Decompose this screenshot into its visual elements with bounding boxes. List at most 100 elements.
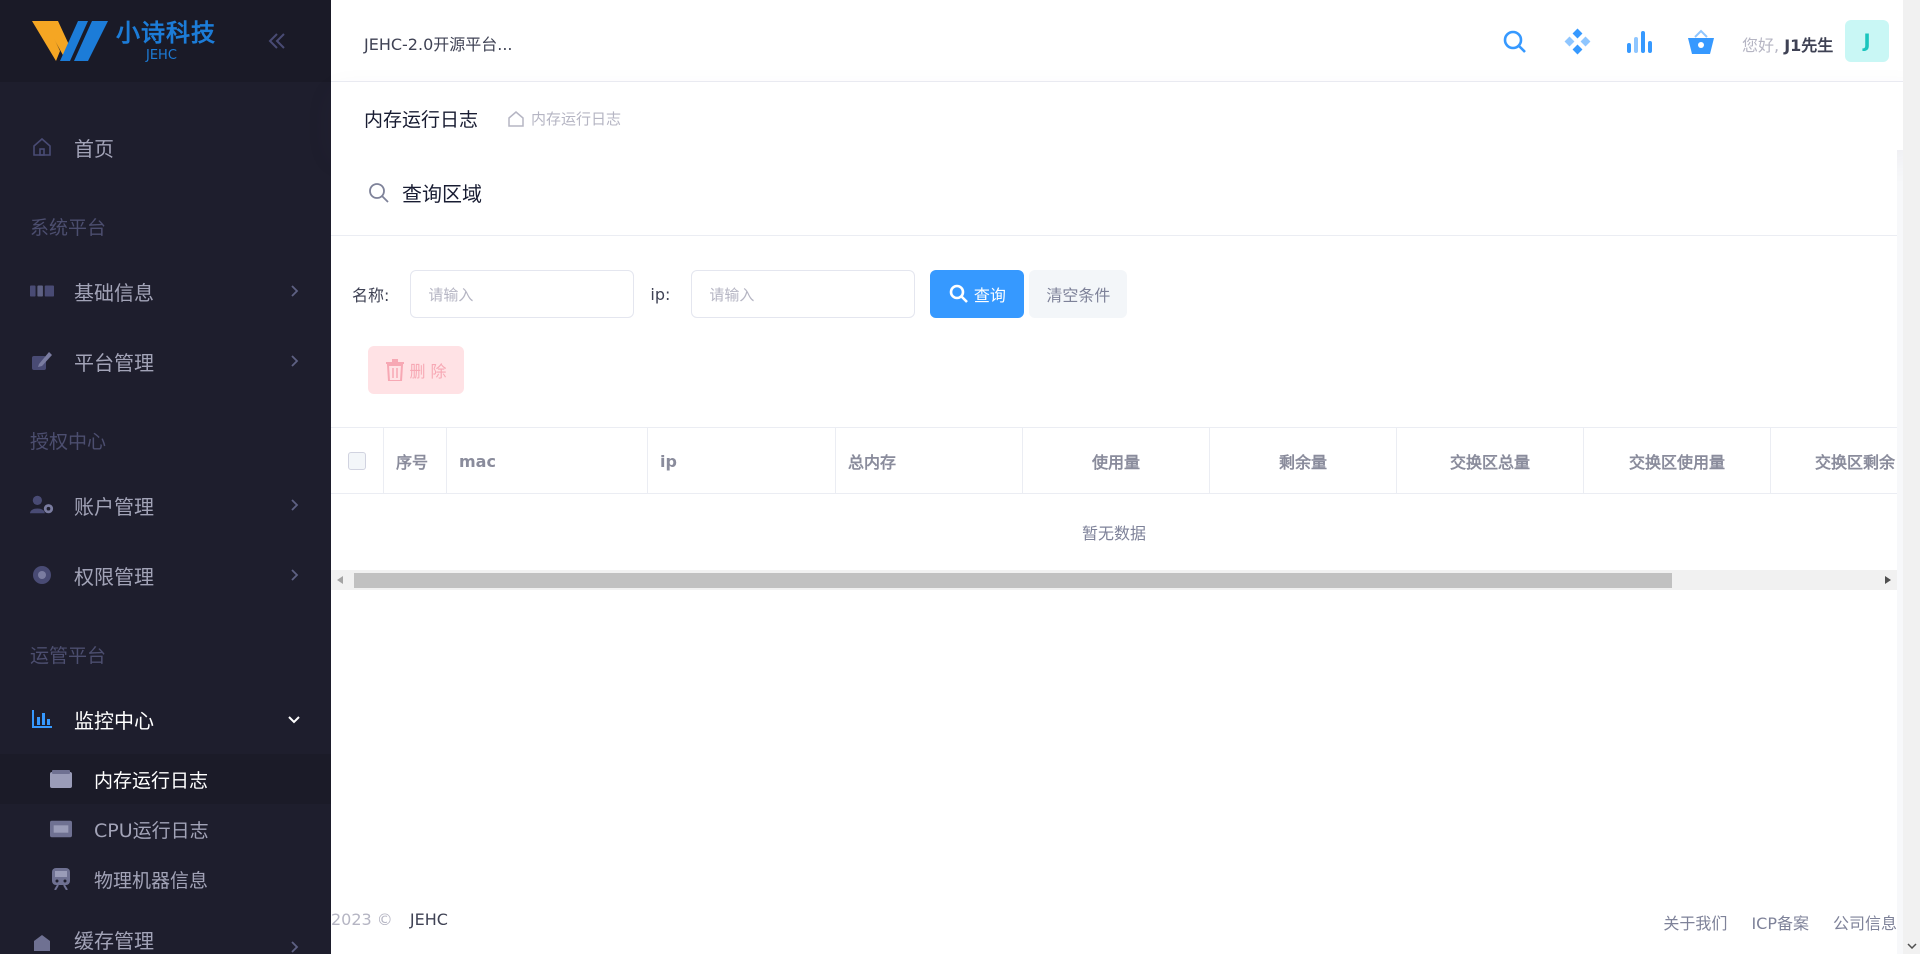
empty-state: 暂无数据 — [1081, 524, 1146, 543]
vertical-scrollbar[interactable] — [1903, 0, 1920, 954]
chevron-right-icon — [291, 285, 299, 297]
sidebar-subitem-memory-log[interactable]: 内存运行日志 — [0, 754, 331, 804]
footer-link-icp[interactable]: ICP备案 — [1751, 910, 1809, 934]
delete-button[interactable]: 删 除 — [368, 346, 464, 394]
sidebar-item-label: 基础信息 — [74, 280, 154, 305]
sidebar-item-cache[interactable]: 缓存管理 — [0, 904, 331, 954]
home-icon — [30, 135, 54, 159]
user-greeting[interactable]: 您好, J1先生 — [1742, 32, 1833, 56]
wallet-icon — [50, 768, 72, 790]
user-settings-icon — [30, 493, 54, 517]
sidebar-subitem-label: 内存运行日志 — [94, 769, 209, 792]
footer-brand[interactable]: JEHC — [410, 910, 448, 929]
subheader: 内存运行日志 内存运行日志 — [331, 82, 1920, 150]
sidebar-item-label: 首页 — [74, 136, 114, 161]
bar-chart-icon — [30, 707, 54, 731]
sidebar-nav: 首页 系统平台 基础信息 平台管理 授权中心 账户管理 权限管理 运管平台 监控… — [0, 82, 331, 954]
chevron-right-icon — [291, 355, 299, 367]
home-icon[interactable] — [507, 110, 525, 128]
scroll-down-button[interactable] — [1903, 937, 1920, 954]
column-header[interactable]: 交换区剩余 — [1771, 428, 1897, 494]
sidebar-item-monitor[interactable]: 监控中心 — [0, 684, 331, 754]
logo-icon[interactable] — [30, 17, 110, 65]
sidebar-item-basic-info[interactable]: 基础信息 — [0, 256, 331, 326]
train-icon — [50, 868, 72, 890]
column-header[interactable]: 交换区总量 — [1397, 428, 1584, 494]
chevron-down-icon — [288, 716, 300, 724]
cache-icon — [30, 930, 54, 954]
server-icon — [50, 818, 72, 840]
triangle-right-icon — [1885, 576, 1891, 584]
sidebar-item-account[interactable]: 账户管理 — [0, 470, 331, 540]
scroll-left-button[interactable] — [331, 570, 349, 590]
data-table: 序号 mac ip 总内存 使用量 剩余量 交换区总量 交换区使用量 交换区剩余… — [331, 427, 1897, 590]
search-button[interactable]: 查询 — [930, 270, 1025, 318]
page-title: 内存运行日志 — [364, 109, 479, 131]
sidebar-item-label: 缓存管理 — [74, 929, 154, 953]
stats-button[interactable] — [1621, 22, 1657, 62]
diamond-grid-icon — [1564, 28, 1591, 55]
search-button[interactable] — [1497, 22, 1533, 62]
query-area-header: 查询区域 — [331, 150, 1897, 236]
column-header[interactable]: 总内存 — [836, 428, 1023, 494]
column-header[interactable]: ip — [648, 428, 836, 494]
brand-name: 小诗科技 — [116, 18, 216, 47]
layout-icon — [30, 279, 54, 303]
column-header[interactable]: 序号 — [384, 428, 447, 494]
sidebar-item-label: 平台管理 — [74, 350, 154, 375]
section-ops: 运管平台 — [30, 644, 107, 667]
sidebar-item-permission[interactable]: 权限管理 — [0, 540, 331, 610]
ip-input[interactable]: 请输入 — [691, 270, 916, 318]
search-icon — [369, 182, 389, 203]
sidebar-subitem-label: 物理机器信息 — [94, 869, 209, 892]
apps-button[interactable] — [1559, 22, 1595, 62]
horizontal-scrollbar[interactable] — [331, 570, 1897, 590]
avatar[interactable]: J — [1845, 20, 1889, 62]
name-label: 名称: — [352, 286, 390, 305]
footer-link-company[interactable]: 公司信息 — [1833, 910, 1897, 934]
column-header[interactable]: 剩余量 — [1210, 428, 1397, 494]
copyright: 2023 © JEHC — [331, 910, 448, 929]
app-title: JEHC-2.0开源平台... — [364, 35, 513, 54]
copyright-year: 2023 © — [331, 910, 393, 929]
section-auth: 授权中心 — [30, 430, 107, 453]
double-chevron-left-icon — [268, 33, 285, 49]
chevron-right-icon — [291, 499, 299, 511]
cart-button[interactable] — [1683, 22, 1719, 62]
query-area-title: 查询区域 — [402, 182, 482, 206]
username: J1先生 — [1784, 36, 1834, 55]
sidebar-subitem-cpu-log[interactable]: CPU运行日志 — [0, 804, 331, 854]
column-header[interactable]: mac — [447, 428, 648, 494]
edit-icon — [30, 349, 54, 373]
logo-text: 小诗科技 JEHC — [116, 21, 216, 62]
select-all-checkbox[interactable] — [348, 452, 366, 470]
name-input[interactable]: 请输入 — [410, 270, 635, 318]
filter-bar: 名称: 请输入 ip: 请输入 查询 清空条件 — [352, 270, 1128, 318]
sidebar-subitem-label: CPU运行日志 — [94, 819, 209, 842]
collapse-sidebar-button[interactable] — [262, 26, 292, 56]
chevron-right-icon — [291, 941, 299, 953]
brand-subtitle: JEHC — [146, 47, 177, 63]
breadcrumb-item[interactable]: 内存运行日志 — [531, 108, 621, 129]
chevron-right-icon — [291, 569, 299, 581]
breadcrumb: 内存运行日志 — [507, 108, 621, 129]
scrollbar-thumb[interactable] — [354, 573, 1672, 588]
sidebar-item-home[interactable]: 首页 — [0, 112, 331, 182]
delete-button-label: 删 除 — [409, 362, 447, 381]
column-header[interactable]: 交换区使用量 — [1584, 428, 1771, 494]
search-button-label: 查询 — [973, 286, 1006, 305]
column-header[interactable]: 使用量 — [1023, 428, 1210, 494]
footer-link-about[interactable]: 关于我们 — [1663, 910, 1727, 934]
footer: 2023 © JEHC 关于我们 ICP备案 公司信息 — [331, 880, 1897, 954]
sidebar-item-platform[interactable]: 平台管理 — [0, 326, 331, 396]
header-toolbar — [1497, 22, 1719, 62]
clear-button[interactable]: 清空条件 — [1029, 270, 1128, 318]
chevron-down-icon — [1906, 942, 1917, 949]
scroll-right-button[interactable] — [1879, 570, 1897, 590]
gear-icon — [30, 563, 54, 587]
select-all-cell — [331, 428, 384, 494]
table-header: 序号 mac ip 总内存 使用量 剩余量 交换区总量 交换区使用量 交换区剩余 — [331, 427, 1897, 494]
content-card: 查询区域 名称: 请输入 ip: 请输入 查询 清空条件 删 除 序号 mac … — [331, 150, 1897, 880]
sidebar-subitem-machine-info[interactable]: 物理机器信息 — [0, 854, 331, 904]
sidebar: 小诗科技 JEHC 首页 系统平台 基础信息 平台管理 授权中心 账户管理 权限… — [0, 0, 331, 954]
